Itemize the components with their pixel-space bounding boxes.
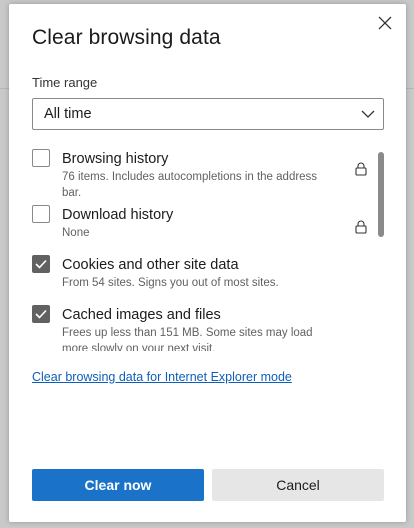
- clear-ie-mode-data-link[interactable]: Clear browsing data for Internet Explore…: [32, 370, 292, 384]
- dialog-title: Clear browsing data: [32, 26, 221, 49]
- time-range-value: All time: [44, 106, 92, 122]
- list-scrollbar[interactable]: [378, 152, 384, 237]
- data-type-list: Browsing history 76 items. Includes auto…: [32, 144, 384, 351]
- item-title: Browsing history: [62, 151, 169, 167]
- checkmark-icon: [35, 259, 47, 269]
- item-description: Frees up less than 151 MB. Some sites ma…: [62, 327, 313, 351]
- cancel-button[interactable]: Cancel: [212, 469, 384, 501]
- download-history-checkbox[interactable]: [32, 205, 50, 223]
- chevron-down-icon: [353, 99, 383, 129]
- checkmark-icon: [35, 309, 47, 319]
- browsing-history-checkbox[interactable]: [32, 149, 50, 167]
- background-divider: [406, 88, 414, 89]
- clear-browsing-data-dialog: Clear browsing data Time range All time …: [9, 4, 406, 522]
- cookies-checkbox[interactable]: [32, 255, 50, 273]
- item-description: None: [62, 227, 90, 239]
- item-description: 76 items. Includes autocompletions in th…: [62, 171, 318, 199]
- cached-images-checkbox[interactable]: [32, 305, 50, 323]
- time-range-label: Time range: [32, 75, 98, 90]
- item-title: Download history: [62, 207, 174, 223]
- lock-icon: [355, 220, 367, 234]
- time-range-select[interactable]: All time: [32, 98, 384, 130]
- background-divider: [0, 88, 9, 89]
- item-description: From 54 sites. Signs you out of most sit…: [62, 277, 279, 289]
- close-icon: [378, 16, 392, 30]
- close-button[interactable]: [374, 12, 396, 34]
- clear-now-button[interactable]: Clear now: [32, 469, 204, 501]
- lock-icon: [355, 162, 367, 176]
- item-title: Cached images and files: [62, 307, 221, 323]
- item-title: Cookies and other site data: [62, 257, 239, 273]
